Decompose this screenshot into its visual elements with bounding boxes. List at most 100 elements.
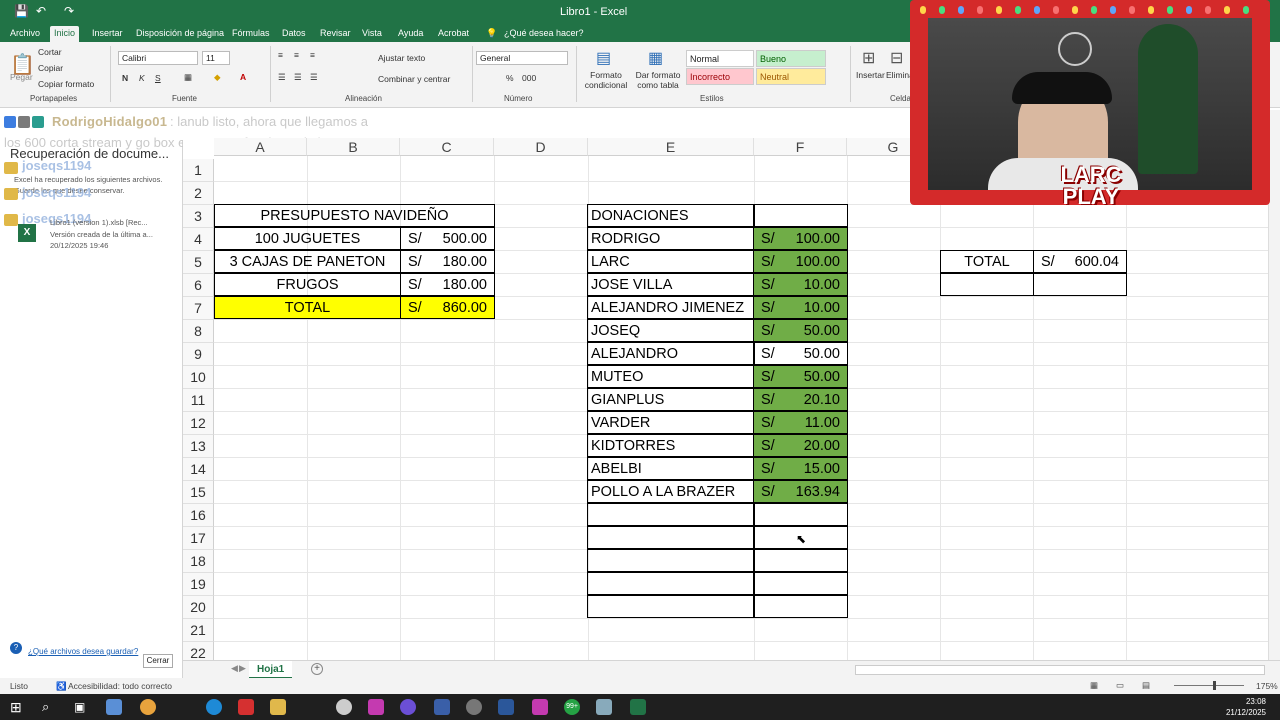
row-header[interactable]: 11 — [183, 389, 214, 412]
row-header[interactable]: 3 — [183, 205, 214, 228]
tab-datos[interactable]: Datos — [278, 26, 310, 42]
save-icon[interactable]: 💾 — [14, 4, 29, 18]
undo-icon[interactable]: ↶ — [36, 4, 46, 18]
budget-total-amount-cell[interactable]: S/860.00 — [400, 296, 495, 319]
tab-acrobat[interactable]: Acrobat — [434, 26, 473, 42]
word-icon[interactable] — [498, 699, 514, 715]
recovered-file-name[interactable]: Libro1 (version 1).xlsb [Rec... — [50, 218, 148, 227]
merge-center-button[interactable]: Combinar y centrar — [378, 74, 450, 84]
donor-name-cell[interactable]: RODRIGO — [587, 227, 755, 250]
donor-amount-cell[interactable]: S/100.00 — [753, 227, 848, 250]
zoom-slider[interactable] — [1174, 685, 1244, 686]
tab-formulas[interactable]: Fórmulas — [228, 26, 274, 42]
style-neutral[interactable]: Neutral — [756, 68, 826, 85]
tab-vista[interactable]: Vista — [358, 26, 386, 42]
format-painter-button[interactable]: Copiar formato — [38, 79, 94, 89]
donor-name-cell[interactable]: ABELBI — [587, 457, 755, 480]
file-explorer-icon[interactable] — [270, 699, 286, 715]
budget-item-name[interactable]: 3 CAJAS DE PANETON — [214, 250, 401, 273]
donor-amount-cell[interactable]: S/10.00 — [753, 296, 848, 319]
app-icon[interactable] — [466, 699, 482, 715]
empty-cell[interactable] — [587, 526, 755, 549]
conditional-format-button[interactable]: Formato condicional — [584, 70, 628, 90]
underline-icon[interactable]: S — [155, 73, 161, 83]
app-icon[interactable] — [368, 699, 384, 715]
app-icon[interactable] — [532, 699, 548, 715]
tell-me-input[interactable]: ¿Qué desea hacer? — [500, 26, 588, 42]
donations-total-amount-cell[interactable]: S/600.04 — [1033, 250, 1127, 273]
italic-icon[interactable]: K — [139, 73, 145, 83]
column-header-e[interactable]: E — [588, 138, 754, 156]
donations-total-label[interactable]: TOTAL — [940, 250, 1034, 273]
media-app-icon[interactable] — [238, 699, 254, 715]
budget-total-label[interactable]: TOTAL — [214, 296, 401, 319]
search-icon[interactable]: ⌕ — [42, 699, 58, 715]
chrome-icon[interactable] — [140, 699, 156, 715]
donor-name-cell[interactable]: KIDTORRES — [587, 434, 755, 457]
redo-icon[interactable]: ↷ — [64, 4, 74, 18]
donor-name-cell[interactable]: ALEJANDRO — [587, 342, 755, 365]
empty-cell[interactable] — [587, 572, 755, 595]
row-header[interactable]: 18 — [183, 550, 214, 573]
budget-title-cell[interactable]: PRESUPUESTO NAVIDEÑO — [214, 204, 495, 227]
page-break-icon[interactable]: ▤ — [1142, 680, 1150, 691]
donor-amount-cell[interactable]: S/11.00 — [753, 411, 848, 434]
row-header[interactable]: 15 — [183, 481, 214, 504]
empty-cell[interactable] — [587, 503, 755, 526]
donor-amount-cell[interactable]: S/10.00 — [753, 273, 848, 296]
row-header[interactable]: 4 — [183, 228, 214, 251]
whatsapp-icon[interactable]: 99+ — [564, 699, 580, 715]
align-left-icon[interactable]: ☰ — [278, 72, 286, 83]
donor-amount-cell[interactable]: S/50.00 — [753, 365, 848, 388]
font-color-icon[interactable]: A — [240, 72, 246, 82]
empty-cell[interactable] — [940, 273, 1034, 296]
calculator-icon[interactable] — [434, 699, 450, 715]
tab-ayuda[interactable]: Ayuda — [394, 26, 427, 42]
style-bueno[interactable]: Bueno — [756, 50, 826, 67]
spreadsheet-grid[interactable]: A B C D E F G 1 2 3 4 5 6 7 8 9 10 11 12… — [183, 138, 1268, 660]
row-header[interactable]: 21 — [183, 619, 214, 642]
donor-amount-cell[interactable]: S/20.10 — [753, 388, 848, 411]
budget-item-name[interactable]: 100 JUGUETES — [214, 227, 401, 250]
align-bottom-icon[interactable]: ≡ — [310, 50, 315, 60]
percent-icon[interactable]: % — [506, 73, 514, 83]
budget-item-amount-cell[interactable]: S/180.00 — [400, 273, 495, 296]
donor-name-cell[interactable]: VARDER — [587, 411, 755, 434]
donor-name-cell[interactable]: ALEJANDRO JIMENEZ — [587, 296, 755, 319]
row-header[interactable]: 16 — [183, 504, 214, 527]
empty-cell[interactable] — [753, 595, 848, 618]
row-header[interactable]: 12 — [183, 412, 214, 435]
row-header[interactable]: 8 — [183, 320, 214, 343]
edge-icon[interactable] — [206, 699, 222, 715]
number-format-select[interactable]: General — [476, 51, 568, 65]
close-button[interactable]: Cerrar — [143, 654, 173, 668]
horizontal-scrollbar[interactable] — [855, 665, 1265, 675]
discord-icon[interactable] — [400, 699, 416, 715]
row-header[interactable]: 13 — [183, 435, 214, 458]
empty-cell[interactable] — [587, 549, 755, 572]
column-header-c[interactable]: C — [400, 138, 494, 156]
scroll-right-icon[interactable]: ▶ — [239, 663, 246, 674]
normal-view-icon[interactable]: ▦ — [1090, 680, 1098, 691]
windows-start-icon[interactable]: ⊞ — [10, 699, 26, 715]
donor-name-cell[interactable]: POLLO A LA BRAZER — [587, 480, 755, 503]
wrap-text-button[interactable]: Ajustar texto — [378, 53, 425, 63]
budget-item-amount-cell[interactable]: S/500.00 — [400, 227, 495, 250]
tab-insertar[interactable]: Insertar — [88, 26, 127, 42]
donor-name-cell[interactable]: LARC — [587, 250, 755, 273]
column-header-f[interactable]: F — [754, 138, 847, 156]
donor-name-cell[interactable]: MUTEO — [587, 365, 755, 388]
borders-icon[interactable]: ▦ — [184, 72, 192, 83]
row-header[interactable]: 22 — [183, 642, 214, 660]
which-files-link[interactable]: ¿Qué archivos desea guardar? — [28, 647, 138, 656]
zoom-slider-thumb[interactable] — [1213, 681, 1216, 690]
add-sheet-icon[interactable]: + — [311, 663, 323, 675]
row-header[interactable]: 5 — [183, 251, 214, 274]
scroll-left-icon[interactable]: ◀ — [231, 663, 238, 674]
donor-name-cell[interactable]: JOSE VILLA — [587, 273, 755, 296]
tab-inicio[interactable]: Inicio — [50, 26, 80, 42]
align-center-icon[interactable]: ☰ — [294, 72, 302, 83]
style-incorrecto[interactable]: Incorrecto — [686, 68, 754, 85]
donor-amount-cell[interactable]: S/20.00 — [753, 434, 848, 457]
format-as-table-button[interactable]: Dar formato como tabla — [634, 70, 682, 90]
